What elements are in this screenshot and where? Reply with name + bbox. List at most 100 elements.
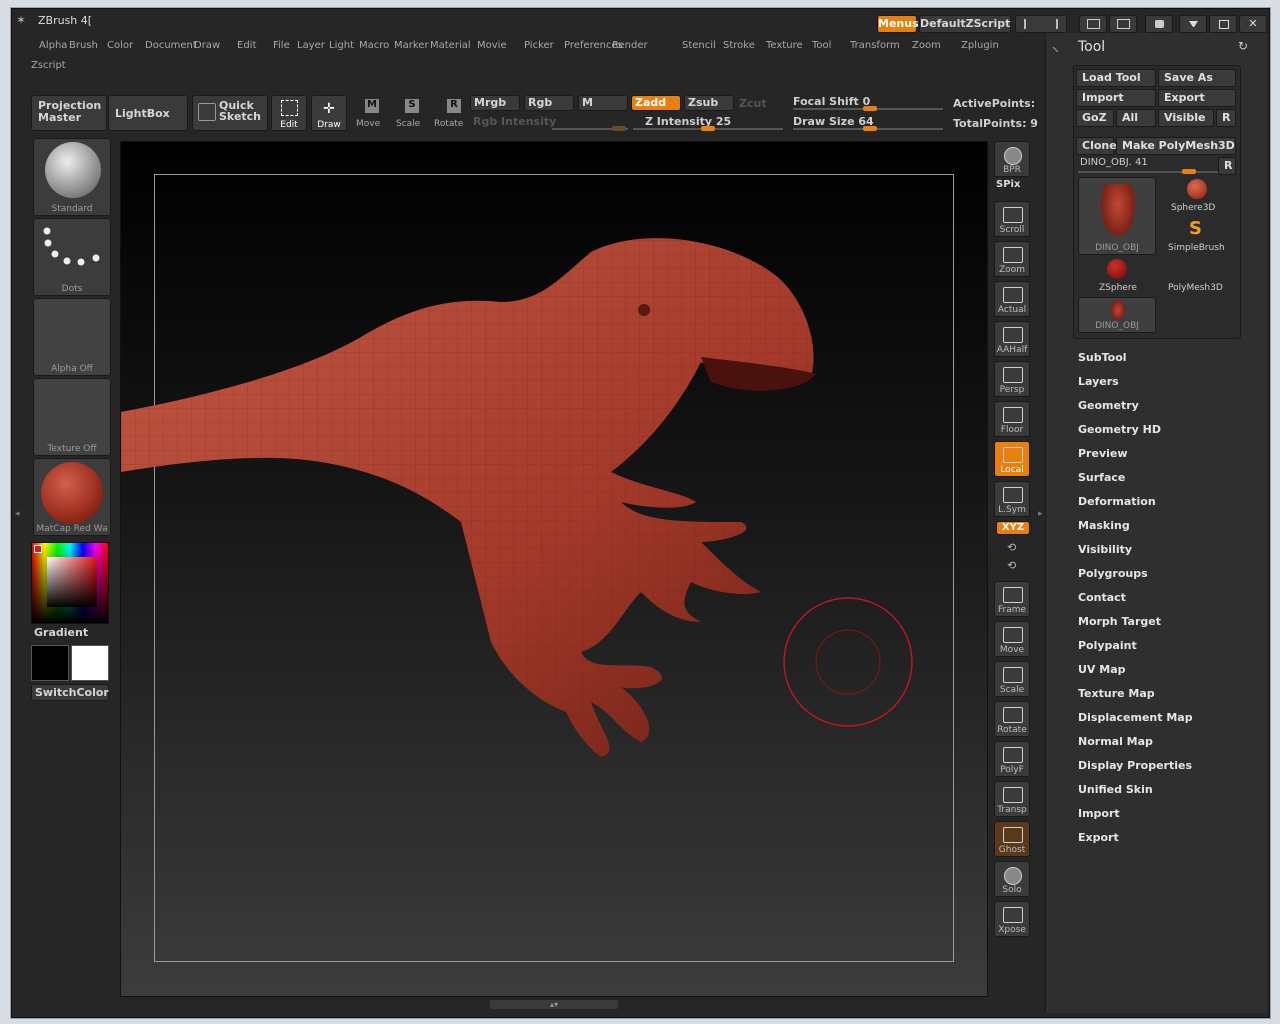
symmetry-z-icon[interactable]: ⟲ xyxy=(1007,559,1016,572)
tray-toggle-button[interactable] xyxy=(1015,15,1067,33)
quick-sketch-button[interactable]: Quick Sketch xyxy=(192,95,268,131)
zoom-button[interactable]: Zoom xyxy=(994,241,1030,277)
move-mode-button[interactable]: M Move xyxy=(351,95,387,131)
reset-palette-icon[interactable]: ↻ xyxy=(1238,39,1248,53)
draw-size-knob[interactable] xyxy=(863,126,877,131)
local-button[interactable]: Local xyxy=(994,441,1030,477)
current-tool-track[interactable] xyxy=(1078,169,1218,174)
tool-palette-title[interactable]: Tool xyxy=(1078,39,1105,55)
menu-document[interactable]: Document xyxy=(145,40,197,51)
layout-right-button[interactable] xyxy=(1109,15,1137,33)
document-canvas[interactable] xyxy=(120,141,988,997)
edit-mode-button[interactable]: Edit xyxy=(271,95,307,131)
solo-button[interactable]: Solo xyxy=(994,861,1030,897)
secondary-color-swatch[interactable] xyxy=(71,645,109,681)
lightbox-button[interactable]: LightBox xyxy=(108,95,188,131)
subpalette-visibility[interactable]: Visibility xyxy=(1078,543,1132,556)
stroke-selector[interactable]: Dots xyxy=(33,218,111,296)
layout-left-button[interactable] xyxy=(1079,15,1107,33)
mrgb-button[interactable]: Mrgb xyxy=(470,95,520,111)
gradient-label[interactable]: Gradient xyxy=(34,626,88,639)
z-intensity-slider[interactable]: Z Intensity 25 xyxy=(645,115,731,128)
floor-button[interactable]: Floor xyxy=(994,401,1030,437)
subpalette-geometry-hd[interactable]: Geometry HD xyxy=(1078,423,1161,436)
current-tool-r-button[interactable]: R xyxy=(1218,157,1236,175)
menu-zscript[interactable]: Zscript xyxy=(31,60,66,71)
subpalette-displacement-map[interactable]: Displacement Map xyxy=(1078,711,1193,724)
menu-texture[interactable]: Texture xyxy=(766,40,803,51)
menu-zoom[interactable]: Zoom xyxy=(912,40,941,51)
scale-button[interactable]: Scale xyxy=(994,661,1030,697)
subpalette-preview[interactable]: Preview xyxy=(1078,447,1128,460)
z-intensity-knob[interactable] xyxy=(701,126,715,131)
brush-selector[interactable]: Standard xyxy=(33,138,111,216)
menu-stencil[interactable]: Stencil xyxy=(682,40,716,51)
draw-mode-button[interactable]: ✛ Draw xyxy=(311,95,347,131)
focal-shift-track[interactable] xyxy=(793,106,943,111)
ghost-button[interactable]: Ghost xyxy=(994,821,1030,857)
color-picker[interactable] xyxy=(31,542,109,624)
draw-size-track[interactable] xyxy=(793,126,943,131)
zsub-button[interactable]: Zsub xyxy=(684,95,734,111)
goz-all-button[interactable]: All xyxy=(1116,109,1156,127)
goz-button[interactable]: GoZ xyxy=(1076,109,1114,127)
draw-size-slider[interactable]: Draw Size 64 xyxy=(793,115,874,128)
actual-button[interactable]: Actual xyxy=(994,281,1030,317)
symmetry-y-icon[interactable]: ⟲ xyxy=(1007,541,1016,554)
clone-button[interactable]: Clone xyxy=(1076,137,1117,155)
current-tool-knob[interactable] xyxy=(1182,169,1196,174)
subpalette-masking[interactable]: Masking xyxy=(1078,519,1130,532)
menu-render[interactable]: Render xyxy=(612,40,648,51)
menu-transform[interactable]: Transform xyxy=(850,40,900,51)
subpalette-surface[interactable]: Surface xyxy=(1078,471,1125,484)
menu-color[interactable]: Color xyxy=(107,40,133,51)
goz-visible-button[interactable]: Visible xyxy=(1158,109,1214,127)
rotate-button[interactable]: Rotate xyxy=(994,701,1030,737)
subpalette-contact[interactable]: Contact xyxy=(1078,591,1126,604)
subpalette-texture-map[interactable]: Texture Map xyxy=(1078,687,1155,700)
close-button[interactable]: ✕ xyxy=(1239,15,1267,33)
menu-material[interactable]: Material xyxy=(430,40,471,51)
rgb-intensity-slider[interactable]: Rgb Intensity xyxy=(473,115,556,128)
zadd-button[interactable]: Zadd xyxy=(631,95,681,111)
tool-thumb-dino-obj[interactable]: DINO_OBJ xyxy=(1078,177,1156,255)
subpalette-unified-skin[interactable]: Unified Skin xyxy=(1078,783,1153,796)
aahalf-button[interactable]: AAHalf xyxy=(994,321,1030,357)
save-as-button[interactable]: Save As xyxy=(1158,69,1236,87)
switch-color-button[interactable]: SwitchColor xyxy=(31,684,109,701)
menus-button[interactable]: Menus xyxy=(877,15,919,33)
projection-master-button[interactable]: Projection Master xyxy=(31,95,107,131)
tool-thumb-dino-obj-2[interactable]: DINO_OBJ xyxy=(1078,297,1156,333)
tool-thumb-sphere3d[interactable]: Sphere3D xyxy=(1162,179,1232,215)
minimize-button[interactable] xyxy=(1179,15,1207,33)
material-selector[interactable]: MatCap Red Wa xyxy=(33,458,111,536)
default-zscript-button[interactable]: DefaultZScript xyxy=(919,15,1011,33)
subpalette-morph-target[interactable]: Morph Target xyxy=(1078,615,1161,628)
import-tool-button[interactable]: Import xyxy=(1076,89,1156,107)
move-button[interactable]: Move xyxy=(994,621,1030,657)
rotate-mode-button[interactable]: R Rotate xyxy=(431,95,467,131)
z-intensity-track[interactable] xyxy=(633,126,783,131)
menu-brush[interactable]: Brush xyxy=(69,40,98,51)
subpalette-display-properties[interactable]: Display Properties xyxy=(1078,759,1192,772)
export-tool-button[interactable]: Export xyxy=(1158,89,1236,107)
main-color-swatch[interactable] xyxy=(31,645,69,681)
l-sym-button[interactable]: L.Sym xyxy=(994,481,1030,517)
menu-macro[interactable]: Macro xyxy=(359,40,389,51)
polyf-button[interactable]: PolyF xyxy=(994,741,1030,777)
canvas-bottom-scroll[interactable]: ▴▾ xyxy=(490,1000,618,1009)
xyz-symmetry-button[interactable]: XYZ xyxy=(996,521,1030,535)
subpalette-import[interactable]: Import xyxy=(1078,807,1120,820)
xpose-button[interactable]: Xpose xyxy=(994,901,1030,937)
tool-thumb-polymesh3d[interactable]: PolyMesh3D xyxy=(1162,259,1232,295)
subpalette-geometry[interactable]: Geometry xyxy=(1078,399,1139,412)
texture-selector[interactable]: Texture Off xyxy=(33,378,111,456)
bpr-button[interactable]: BPR xyxy=(994,141,1030,177)
tool-thumb-simplebrush[interactable]: S SimpleBrush xyxy=(1162,219,1232,255)
goz-r-button[interactable]: R xyxy=(1216,109,1236,127)
subpalette-subtool[interactable]: SubTool xyxy=(1078,351,1127,364)
dino-model[interactable] xyxy=(121,142,988,997)
menu-edit[interactable]: Edit xyxy=(237,40,256,51)
frame-button[interactable]: Frame xyxy=(994,581,1030,617)
menu-draw[interactable]: Draw xyxy=(194,40,220,51)
